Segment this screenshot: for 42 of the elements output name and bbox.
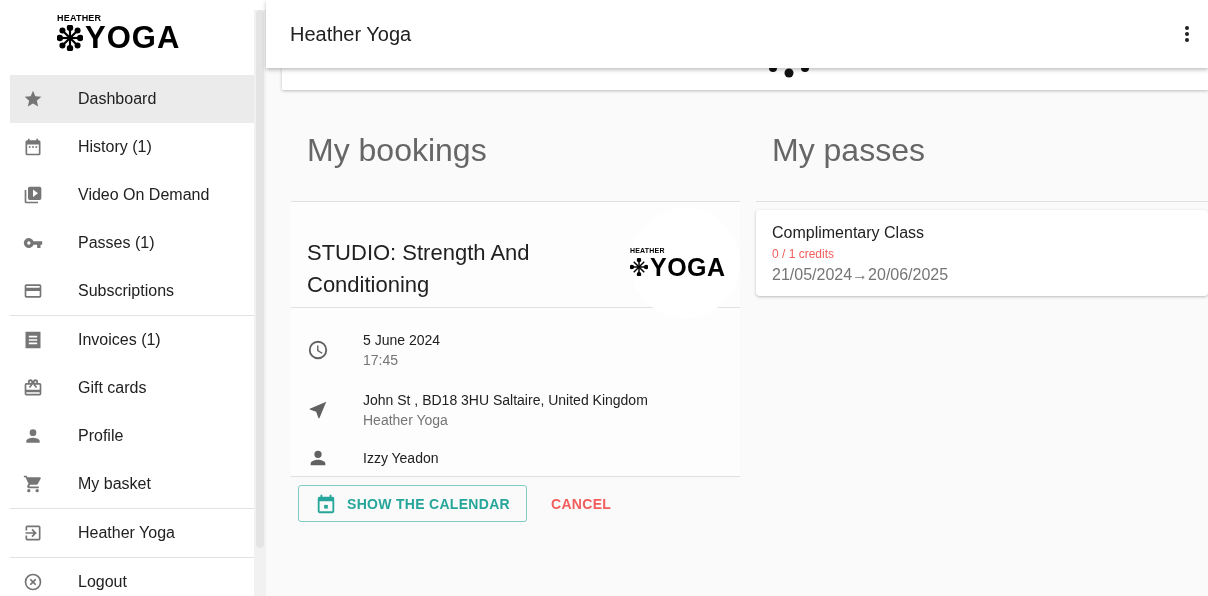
- sidebar-item[interactable]: Video On Demand: [10, 171, 254, 219]
- sidebar-item[interactable]: Logout: [10, 558, 254, 596]
- validity-period: 21/05/2024→20/06/2025: [772, 266, 950, 284]
- pass-card[interactable]: Complimentary Class 0 / 1 credits 21/05/2024→20/06/2025: [756, 210, 1208, 296]
- scrollbar-thumb[interactable]: [256, 10, 264, 548]
- pass-name: Complimentary Class: [772, 224, 926, 242]
- sidebar-item[interactable]: Passes (1): [10, 219, 254, 267]
- star-icon: [23, 89, 43, 109]
- login-icon: [23, 523, 43, 543]
- snowflake-logo-icon: [630, 257, 648, 276]
- sidebar-item[interactable]: Dashboard: [10, 75, 254, 123]
- logo-text: HEATHER: [57, 14, 102, 23]
- logo-text: YOGA: [650, 254, 726, 279]
- sidebar-item[interactable]: My basket: [10, 460, 254, 508]
- sidebar-item[interactable]: Heather Yoga: [10, 509, 254, 557]
- calendar-icon: [23, 137, 43, 157]
- sidebar-item[interactable]: Invoices (1): [10, 316, 254, 364]
- sidebar-item[interactable]: Gift cards: [10, 364, 254, 412]
- sidebar-item[interactable]: Profile: [10, 412, 254, 460]
- credits-text: 0 / 1 credits: [772, 247, 836, 261]
- more-options-icon[interactable]: [1185, 26, 1189, 42]
- detail-text: John St , BD18 3HU Saltaire, United Kingdom: [363, 392, 648, 408]
- receipt-icon: [23, 330, 43, 350]
- detail-subtext: Heather Yoga: [363, 412, 449, 428]
- cart-icon: [23, 474, 43, 494]
- detail-subtext: 17:45: [363, 352, 400, 368]
- detail-text: 5 June 2024: [363, 332, 441, 348]
- gift-icon: [23, 378, 43, 398]
- page-title: Heather Yoga: [290, 22, 412, 46]
- section-heading: My passes: [756, 132, 1208, 202]
- navigation-arrow-icon: [307, 399, 329, 421]
- clock-icon: [307, 339, 329, 361]
- video-icon: [23, 185, 43, 205]
- sidebar-item[interactable]: Subscriptions: [10, 267, 254, 315]
- person-icon: [23, 426, 43, 446]
- class-title: STUDIO: Strength And Conditioning: [307, 238, 531, 299]
- logo-text: YOGA: [85, 23, 181, 53]
- detail-text: Izzy Yeadon: [363, 450, 439, 466]
- snowflake-logo-icon: [57, 25, 83, 51]
- calendar-icon: [315, 492, 337, 515]
- sidebar-item[interactable]: History (1): [10, 123, 254, 171]
- credit-card-icon: [23, 281, 43, 301]
